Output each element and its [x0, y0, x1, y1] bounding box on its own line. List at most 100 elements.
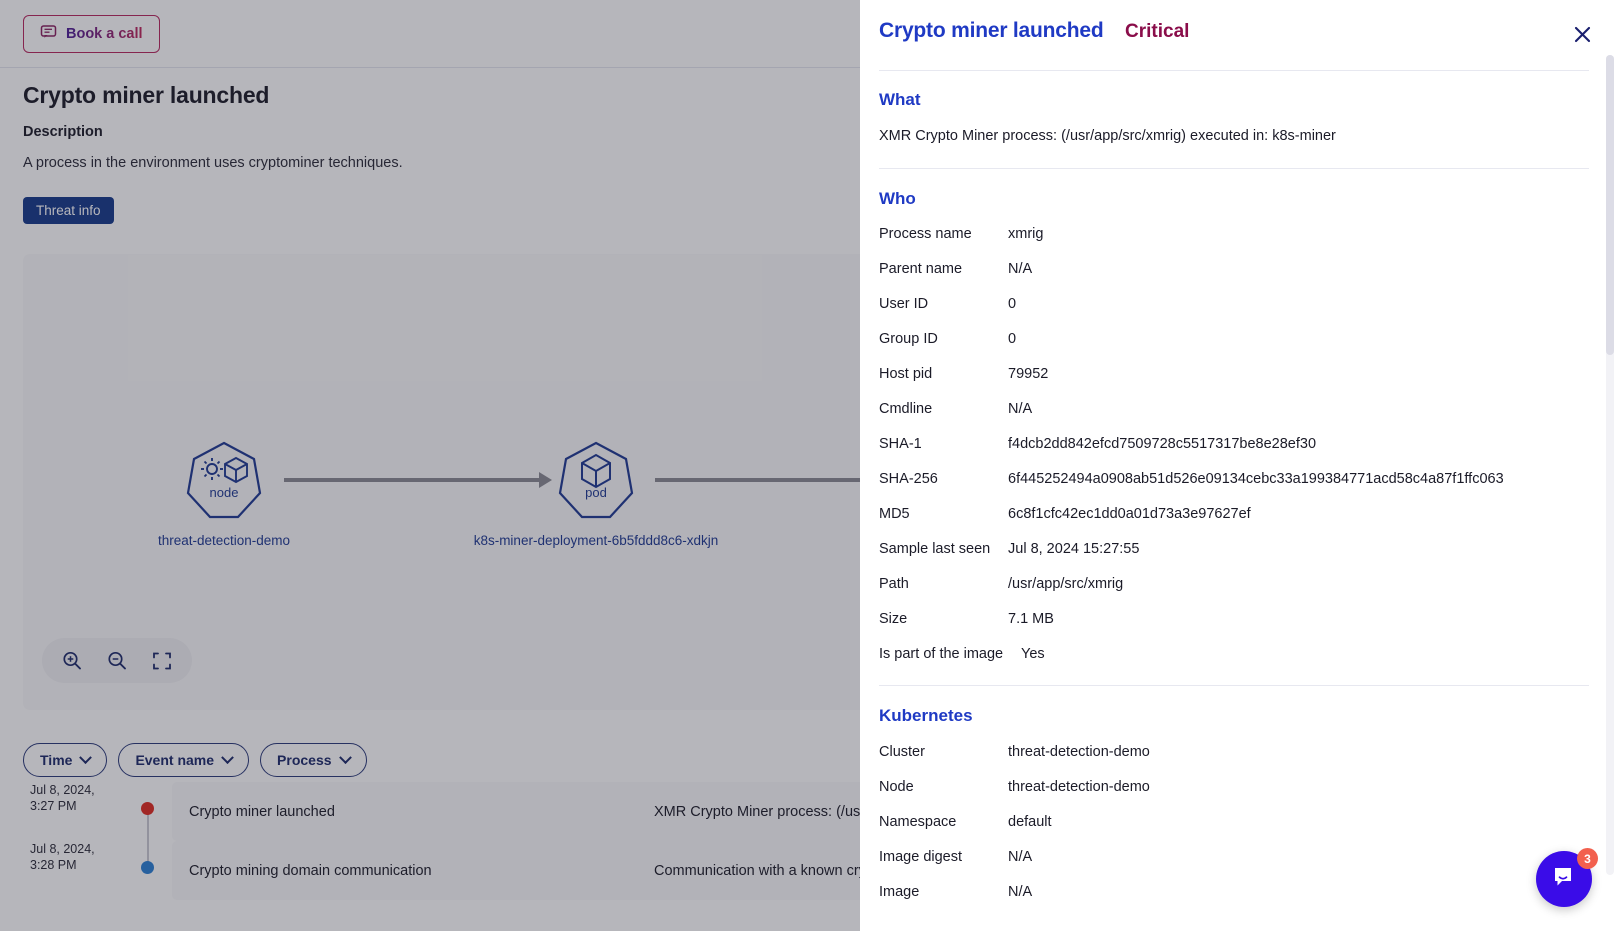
detail-value: N/A	[1008, 849, 1033, 865]
event-time-date: Jul 8, 2024,	[30, 783, 95, 797]
graph-node-caption: threat-detection-demo	[157, 533, 291, 548]
event-name: Crypto miner launched	[189, 803, 335, 820]
description-text: A process in the environment uses crypto…	[23, 155, 403, 171]
detail-row-host-pid: Host pid 79952	[879, 366, 1599, 401]
detail-value: N/A	[1008, 401, 1033, 417]
detail-row-is-part-of-image: Is part of the image Yes	[879, 646, 1599, 681]
detail-key: MD5	[879, 506, 910, 522]
detail-value: 79952	[1008, 366, 1049, 382]
detail-row-cmdline: Cmdline N/A	[879, 401, 1599, 436]
detail-value: f4dcb2dd842efcd7509728c5517317be8e28ef30	[1008, 436, 1317, 452]
status-badge: Critical	[1125, 21, 1190, 42]
event-time: Jul 8, 2024, 3:28 PM	[30, 841, 130, 873]
detail-row-size: Size 7.1 MB	[879, 611, 1599, 646]
description-heading: Description	[23, 124, 103, 140]
chat-bubble-icon	[40, 24, 57, 45]
detail-key: Parent name	[879, 261, 963, 277]
detail-row-md5: MD5 6c8f1cfc42ec1dd0a01d73a3e97627ef	[879, 506, 1599, 541]
detail-row-image-digest: Image digest N/A	[879, 849, 1599, 884]
event-time: Jul 8, 2024, 3:27 PM	[30, 782, 130, 814]
detail-key: User ID	[879, 296, 929, 312]
divider	[879, 168, 1589, 169]
detail-key: Sample last seen	[879, 541, 991, 557]
graph-edge-node-to-pod	[284, 478, 539, 482]
chevron-down-icon	[79, 750, 93, 764]
graph-pod-caption: k8s-miner-deployment-6b5fddd8c6-xdkjn	[473, 533, 719, 548]
divider	[879, 685, 1589, 686]
detail-key: Cmdline	[879, 401, 933, 417]
event-time-clock: 3:27 PM	[30, 799, 77, 813]
filter-process-label: Process	[277, 752, 332, 768]
detail-value: 6f445252494a0908ab51d526e09134cebc33a199…	[1008, 471, 1504, 487]
detail-row-path: Path /usr/app/src/xmrig	[879, 576, 1599, 611]
detail-value: xmrig	[1008, 226, 1044, 242]
detail-panel-header: Crypto miner launched Critical	[860, 0, 1616, 70]
chevron-down-icon	[221, 750, 234, 764]
detail-value: threat-detection-demo	[1008, 744, 1150, 760]
detail-key: Path	[879, 576, 909, 592]
section-heading-who: Who	[879, 189, 916, 208]
detail-row-image: Image N/A	[879, 884, 1599, 919]
detail-value: Jul 8, 2024 15:27:55	[1008, 541, 1140, 557]
detail-value: 0	[1008, 331, 1017, 347]
detail-row-sha256: SHA-256 6f445252494a0908ab51d526e09134ce…	[879, 471, 1599, 506]
book-a-call-label: Book a call	[66, 26, 143, 42]
detail-value: threat-detection-demo	[1008, 779, 1150, 795]
detail-row-group-id: Group ID 0	[879, 331, 1599, 366]
filter-time-label: Time	[40, 752, 73, 768]
event-time-clock: 3:28 PM	[30, 858, 77, 872]
panel-scrollbar-thumb[interactable]	[1606, 55, 1614, 355]
filter-event-name[interactable]: Event name	[118, 743, 250, 777]
threat-info-button[interactable]: Threat info	[23, 197, 114, 224]
detail-key: Is part of the image	[879, 646, 1004, 662]
section-body-what: XMR Crypto Miner process: (/usr/app/src/…	[879, 128, 1336, 144]
detail-row-sample-last-seen: Sample last seen Jul 8, 2024 15:27:55	[879, 541, 1599, 576]
detail-key: Host pid	[879, 366, 933, 382]
filter-process[interactable]: Process	[260, 743, 367, 777]
detail-row-namespace: Namespace default	[879, 814, 1599, 849]
detail-row-sha1: SHA-1 f4dcb2dd842efcd7509728c5517317be8e…	[879, 436, 1599, 471]
event-severity-dot	[141, 861, 154, 874]
detail-row-process-name: Process name xmrig	[879, 226, 1599, 261]
detail-value: 6c8f1cfc42ec1dd0a01d73a3e97627ef	[1008, 506, 1251, 522]
graph-node-pod[interactable]: pod	[553, 437, 639, 523]
detail-value: 7.1 MB	[1008, 611, 1054, 627]
filter-time[interactable]: Time	[23, 743, 108, 777]
event-severity-dot	[141, 802, 154, 815]
detail-key: Image digest	[879, 849, 963, 865]
page-title: Crypto miner launched	[23, 82, 270, 108]
detail-value: /usr/app/src/xmrig	[1008, 576, 1124, 592]
graph-zoom-controls[interactable]	[42, 638, 192, 683]
graph-node-node[interactable]: node	[181, 437, 267, 523]
detail-key: Size	[879, 611, 908, 627]
detail-key: Process name	[879, 226, 972, 242]
magnifier-plus-icon[interactable]	[61, 650, 83, 672]
expand-icon[interactable]	[151, 650, 173, 672]
close-icon[interactable]	[1568, 20, 1596, 48]
detail-value: N/A	[1008, 884, 1033, 900]
divider	[879, 70, 1589, 71]
filter-event-name-label: Event name	[135, 752, 215, 768]
detail-value: Yes	[1021, 646, 1045, 662]
detail-key: Cluster	[879, 744, 925, 760]
event-description: XMR Crypto Miner process: (/usr	[654, 803, 866, 820]
section-heading-what: What	[879, 90, 921, 109]
chat-widget-icon	[1551, 864, 1577, 895]
detail-key: SHA-1	[879, 436, 922, 452]
event-description: Communication with a known cry	[654, 862, 866, 879]
detail-row-user-id: User ID 0	[879, 296, 1599, 331]
filter-bar: Time Event name Process	[23, 743, 367, 777]
section-heading-kubernetes: Kubernetes	[879, 706, 973, 725]
detail-value: default	[1008, 814, 1052, 830]
detail-panel-title: Crypto miner launched	[879, 19, 1104, 42]
detail-key: Image	[879, 884, 920, 900]
event-time-date: Jul 8, 2024,	[30, 842, 95, 856]
graph-pod-type-label: pod	[585, 485, 607, 500]
detail-key: Node	[879, 779, 914, 795]
book-a-call-button[interactable]: Book a call	[23, 15, 160, 53]
graph-edge-arrow	[539, 472, 552, 488]
chevron-down-icon	[338, 750, 352, 764]
chat-unread-badge: 3	[1577, 848, 1598, 869]
detail-panel: Crypto miner launched Critical What XMR …	[860, 0, 1616, 931]
magnifier-minus-icon[interactable]	[106, 650, 128, 672]
